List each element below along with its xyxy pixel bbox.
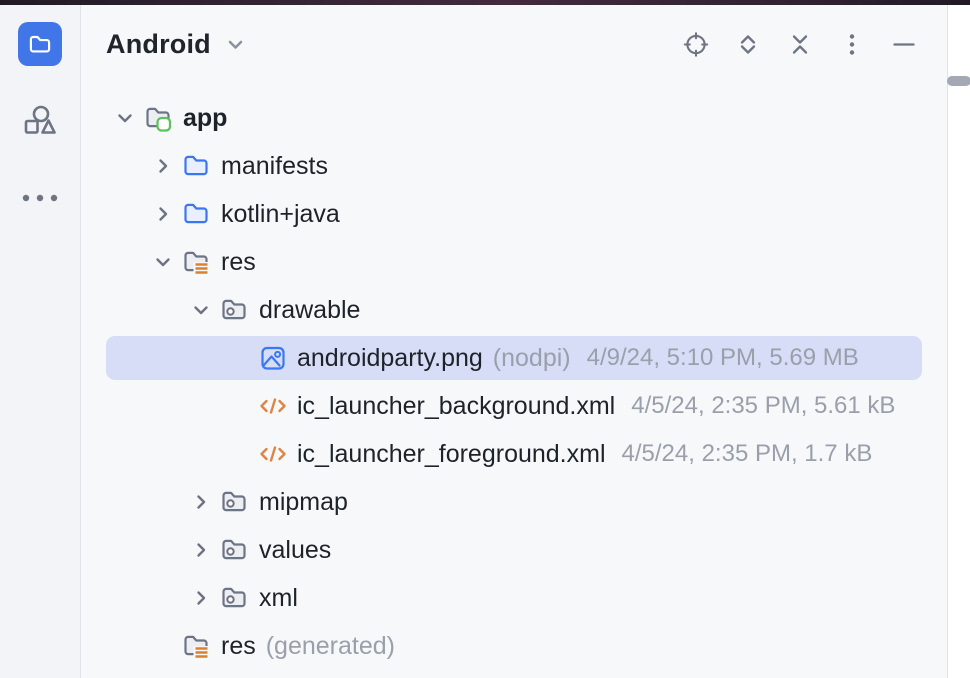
resource-type-folder-icon: [220, 583, 250, 613]
editor-area-sliver: [947, 5, 970, 678]
chevron-collapsed-icon[interactable]: [182, 574, 220, 622]
node-label: drawable: [259, 295, 361, 324]
blue-folder-icon: [182, 199, 212, 229]
blue-folder-icon: [182, 151, 212, 181]
file-meta: 4/5/24, 2:35 PM, 1.7 kB: [621, 440, 873, 467]
node-label: app: [183, 103, 228, 132]
chevron-expanded-icon[interactable]: [144, 238, 182, 286]
tree-row-kotlin-java[interactable]: kotlin+java: [81, 190, 947, 238]
node-label: ic_launcher_background.xml: [297, 391, 616, 420]
node-label: manifests: [221, 151, 328, 180]
node-label: kotlin+java: [221, 199, 340, 228]
tree-row-androidparty-png[interactable]: androidparty.png (nodpi) 4/9/24, 5:10 PM…: [81, 334, 947, 382]
tree-row-values[interactable]: values: [81, 526, 947, 574]
locate-file-icon[interactable]: [683, 31, 709, 57]
chevron-down-icon[interactable]: [223, 32, 247, 56]
file-meta: 4/9/24, 5:10 PM, 5.69 MB: [586, 344, 859, 371]
tree-row-ic-launcher-foreground[interactable]: ic_launcher_foreground.xml 4/5/24, 2:35 …: [81, 430, 947, 478]
resource-type-folder-icon: [220, 487, 250, 517]
module-folder-icon: [144, 103, 174, 133]
xml-file-icon: [258, 439, 288, 469]
tree-row-xml[interactable]: xml: [81, 574, 947, 622]
image-file-icon: [258, 343, 288, 373]
tree-row-res[interactable]: res: [81, 238, 947, 286]
chevron-collapsed-icon[interactable]: [182, 478, 220, 526]
vertical-scrollbar-thumb[interactable]: [947, 76, 970, 86]
node-qualifier: (generated): [265, 631, 395, 660]
tree-row-mipmap[interactable]: mipmap: [81, 478, 947, 526]
chevron-collapsed-icon[interactable]: [144, 190, 182, 238]
project-tool-button[interactable]: [18, 22, 62, 66]
tree-row-ic-launcher-background[interactable]: ic_launcher_background.xml 4/5/24, 2:35 …: [81, 382, 947, 430]
more-tool-windows-button[interactable]: [18, 176, 62, 220]
project-panel: Android app manifests kotlin+java res dr…: [81, 5, 947, 678]
options-kebab-icon[interactable]: [839, 31, 865, 57]
tool-window-stripe: [0, 5, 81, 678]
panel-header-actions: [683, 31, 917, 57]
view-selector-label[interactable]: Android: [106, 29, 211, 60]
resources-folder-icon: [182, 631, 212, 661]
node-label: ic_launcher_foreground.xml: [297, 439, 606, 468]
project-tree: app manifests kotlin+java res drawable a…: [81, 83, 947, 670]
node-label: res: [221, 631, 256, 660]
node-label: res: [221, 247, 256, 276]
chevron-collapsed-icon[interactable]: [182, 526, 220, 574]
project-folder-icon: [27, 31, 53, 57]
resource-manager-icon: [22, 103, 58, 139]
resource-manager-tool-button[interactable]: [18, 99, 62, 143]
tree-row-app[interactable]: app: [81, 94, 947, 142]
tree-row-manifests[interactable]: manifests: [81, 142, 947, 190]
project-panel-header: Android: [81, 5, 947, 83]
chevron-collapsed-icon[interactable]: [144, 142, 182, 190]
node-qualifier: (nodpi): [492, 343, 571, 372]
xml-file-icon: [258, 391, 288, 421]
resource-type-folder-icon: [220, 295, 250, 325]
node-label: values: [259, 535, 332, 564]
hide-panel-icon[interactable]: [891, 31, 917, 57]
chevron-expanded-icon[interactable]: [182, 286, 220, 334]
node-label: mipmap: [259, 487, 348, 516]
chevron-expanded-icon[interactable]: [106, 94, 144, 142]
file-meta: 4/5/24, 2:35 PM, 5.61 kB: [631, 392, 896, 419]
node-label: androidparty.png: [297, 343, 483, 372]
collapse-all-icon[interactable]: [787, 31, 813, 57]
more-icon: [20, 193, 60, 203]
resource-type-folder-icon: [220, 535, 250, 565]
tree-row-res-generated[interactable]: res (generated): [81, 622, 947, 670]
tree-row-drawable[interactable]: drawable: [81, 286, 947, 334]
node-label: xml: [259, 583, 298, 612]
expand-all-icon[interactable]: [735, 31, 761, 57]
resources-folder-icon: [182, 247, 212, 277]
